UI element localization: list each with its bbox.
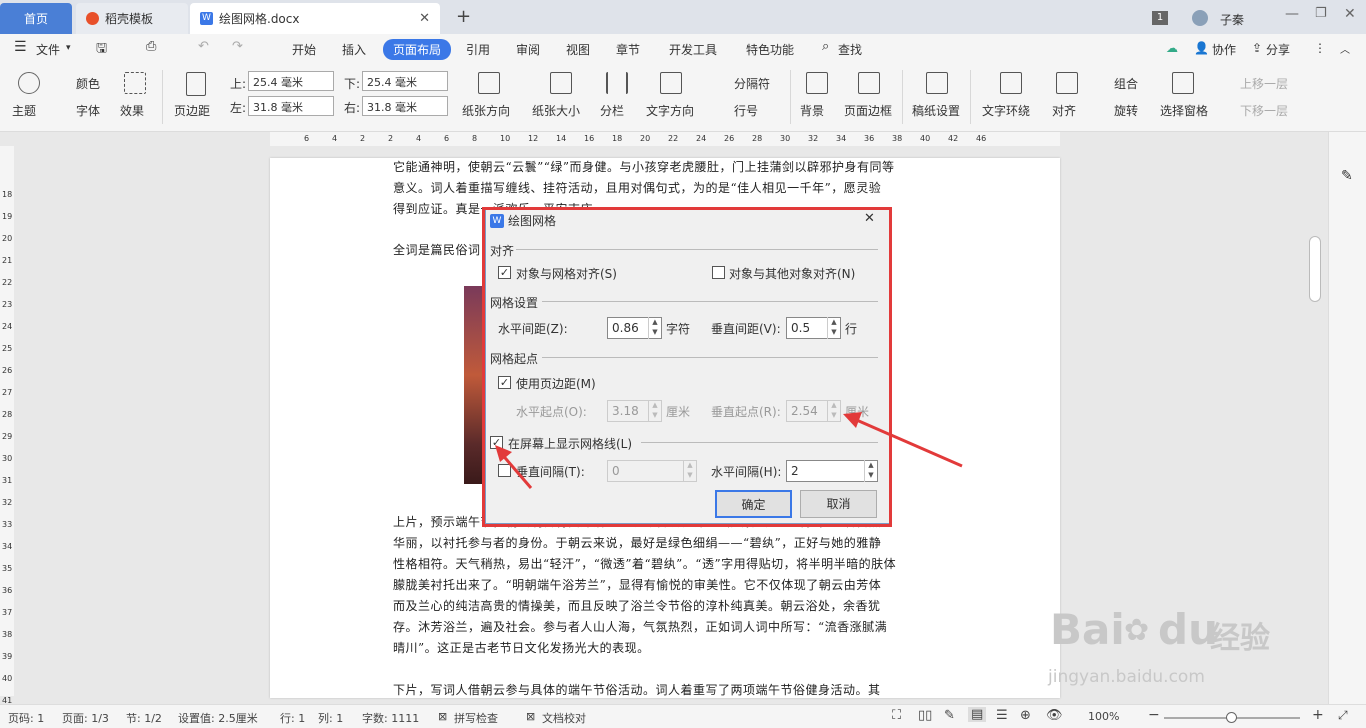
outline-view-icon[interactable]: ☰: [996, 708, 1008, 723]
watermark-url: jingyan.baidu.com: [1048, 667, 1205, 687]
page-view-icon[interactable]: ▤: [968, 707, 987, 722]
reading-view-icon[interactable]: ▯▯: [918, 708, 932, 723]
watermark-brand: Bai: [1050, 605, 1125, 654]
fullscreen-icon[interactable]: ⛶: [892, 708, 901, 723]
proofread-button[interactable]: 文档校对: [542, 710, 586, 726]
edit-view-icon[interactable]: ✎: [944, 708, 955, 723]
status-col[interactable]: 列: 1: [318, 710, 343, 726]
zoom-in-icon[interactable]: +: [1312, 707, 1324, 723]
zoom-out-icon[interactable]: −: [1148, 707, 1160, 723]
status-pages[interactable]: 页面: 1/3: [62, 710, 109, 726]
arrow-to-origin-unit: [843, 412, 963, 468]
baidu-watermark: Bai ✿ du 经验 jingyan.baidu.com: [1040, 605, 1290, 700]
arrow-to-grid-checkbox: [495, 445, 533, 489]
spellcheck-button[interactable]: 拼写检查: [454, 710, 498, 726]
spellcheck-icon[interactable]: ⊠: [438, 710, 447, 723]
watermark-cn: 经验: [1210, 621, 1270, 656]
watermark-brand-2: du: [1158, 605, 1218, 654]
status-section[interactable]: 节: 1/2: [126, 710, 162, 726]
status-page[interactable]: 页码: 1: [8, 710, 44, 726]
status-setting[interactable]: 设置值: 2.5厘米: [178, 710, 258, 726]
web-view-icon[interactable]: ⊕: [1020, 708, 1031, 723]
status-bar: 页码: 1 页面: 1/3 节: 1/2 设置值: 2.5厘米 行: 1 列: …: [0, 704, 1366, 728]
proofread-icon[interactable]: ⊠: [526, 710, 535, 723]
status-words[interactable]: 字数: 1111: [362, 710, 419, 726]
baidu-paw-icon: ✿: [1124, 613, 1150, 648]
eye-protect-icon[interactable]: 👁: [1046, 708, 1063, 723]
zoom-level[interactable]: 100%: [1088, 710, 1119, 723]
status-row[interactable]: 行: 1: [280, 710, 305, 726]
fit-icon[interactable]: ⤢: [1338, 708, 1348, 723]
zoom-slider-handle[interactable]: [1226, 712, 1237, 723]
